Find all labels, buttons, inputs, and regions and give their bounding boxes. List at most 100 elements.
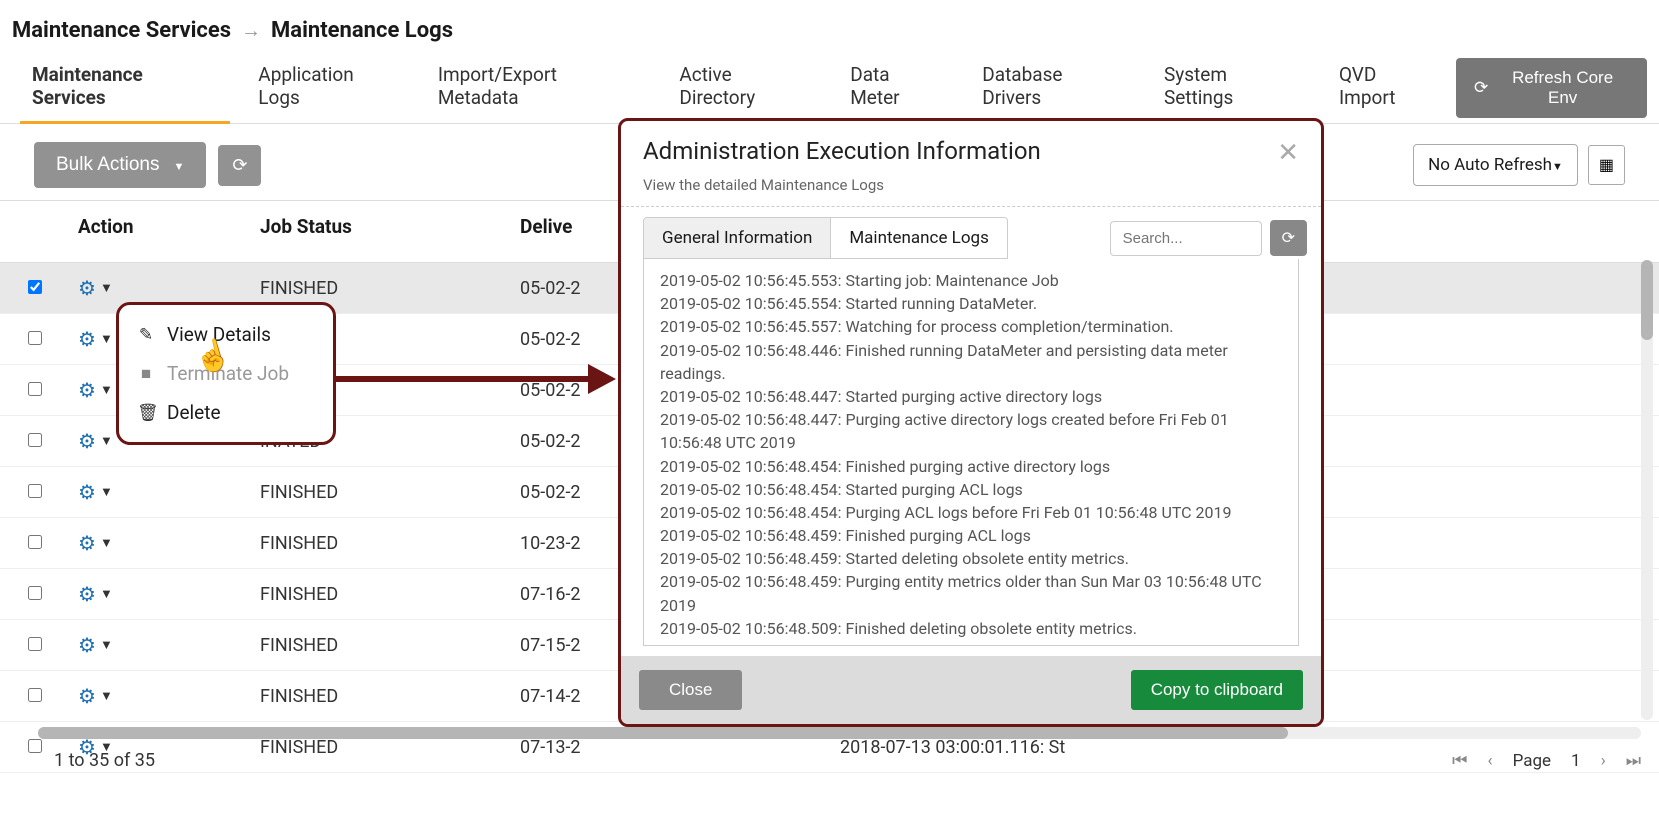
chevron-down-icon: ▼ (100, 586, 113, 602)
header-checkbox (0, 201, 70, 263)
auto-refresh-select[interactable]: No Auto Refresh (1413, 144, 1578, 186)
row-action-menu[interactable]: ⚙ ▼ (78, 378, 113, 402)
breadcrumb: Maintenance Services → Maintenance Logs (0, 0, 1659, 53)
header-action[interactable]: Action (70, 201, 250, 263)
vertical-scrollbar[interactable] (1641, 260, 1653, 720)
pager-next-icon[interactable]: › (1601, 751, 1606, 771)
row-status: FINISHED (250, 467, 510, 518)
refresh-core-env-button[interactable]: Refresh Core Env (1456, 58, 1647, 118)
breadcrumb-parent[interactable]: Maintenance Services (12, 18, 231, 43)
tab-data-meter[interactable]: Data Meter (830, 53, 962, 123)
chevron-down-icon: ▼ (100, 688, 113, 704)
row-checkbox[interactable] (28, 535, 42, 549)
log-line: 2019-05-02 10:56:48.446: Finished runnin… (660, 339, 1282, 385)
row-checkbox[interactable] (28, 688, 42, 702)
chevron-down-icon (174, 154, 185, 176)
chevron-down-icon: ▼ (100, 331, 113, 347)
modal-title: Administration Execution Information (643, 137, 1041, 165)
log-line: 2019-05-02 10:56:48.509: Finished deleti… (660, 617, 1282, 640)
row-checkbox[interactable] (28, 433, 42, 447)
log-line: 2019-05-02 10:56:48.454: Finished purgin… (660, 455, 1282, 478)
action-context-menu: ✎ View Details ■ Terminate Job 🗑 Delete (116, 302, 336, 445)
row-action-menu[interactable]: ⚙ ▼ (78, 582, 113, 606)
row-range-label: 1 to 35 of 35 (54, 750, 155, 771)
modal-log-body: 2019-05-02 10:56:45.553: Starting job: M… (643, 259, 1299, 646)
pager-first-icon[interactable]: ⏮ (1452, 751, 1467, 771)
copy-to-clipboard-button[interactable]: Copy to clipboard (1131, 670, 1303, 710)
main-tabs: Maintenance ServicesApplication LogsImpo… (0, 53, 1659, 124)
log-line: 2019-05-02 10:56:45.553: Starting job: M… (660, 269, 1282, 292)
pager-prev-icon[interactable]: ‹ (1487, 751, 1492, 771)
menu-delete[interactable]: 🗑 Delete (119, 393, 333, 432)
row-checkbox[interactable] (28, 586, 42, 600)
columns-picker-button[interactable]: ▦ (1588, 145, 1625, 185)
refresh-core-label: Refresh Core Env (1496, 68, 1629, 108)
log-line: 2019-05-02 10:56:48.447: Started purging… (660, 385, 1282, 408)
row-action-menu[interactable]: ⚙ ▼ (78, 480, 113, 504)
stop-icon: ■ (137, 364, 155, 384)
menu-terminate-job: ■ Terminate Job (119, 354, 333, 393)
modal-close-button[interactable]: ✕ (1277, 137, 1299, 168)
auto-refresh-label: No Auto Refresh (1428, 155, 1552, 175)
row-action-menu[interactable]: ⚙ ▼ (78, 684, 113, 708)
row-action-menu[interactable]: ⚙ ▼ (78, 531, 113, 555)
breadcrumb-current: Maintenance Logs (271, 18, 453, 43)
modal-subtitle: View the detailed Maintenance Logs (621, 176, 1321, 207)
modal-refresh-button[interactable] (1270, 220, 1307, 256)
row-action-menu[interactable]: ⚙ ▼ (78, 429, 113, 453)
tab-maintenance-services[interactable]: Maintenance Services (12, 53, 238, 123)
header-status[interactable]: Job Status (250, 201, 510, 263)
log-line: 2019-05-02 10:56:48.459: Started deletin… (660, 547, 1282, 570)
chevron-down-icon: ▼ (100, 280, 113, 296)
row-checkbox[interactable] (28, 382, 42, 396)
refresh-icon (1474, 78, 1488, 98)
menu-terminate-label: Terminate Job (167, 362, 289, 385)
pager: ⏮ ‹ Page 1 › ⏭ (1452, 751, 1641, 771)
modal-tab-general[interactable]: General Information (644, 218, 831, 258)
row-status: FINISHED (250, 518, 510, 569)
log-line: 2019-05-02 10:56:48.459: Finished purgin… (660, 524, 1282, 547)
admin-exec-info-modal: Administration Execution Information ✕ V… (618, 118, 1324, 727)
tab-active-directory[interactable]: Active Directory (659, 53, 830, 123)
log-line: 2019-05-02 10:56:48.454: Started purging… (660, 478, 1282, 501)
row-status: FINISHED (250, 620, 510, 671)
row-action-menu[interactable]: ⚙ ▼ (78, 633, 113, 657)
tab-qvd-import[interactable]: QVD Import (1319, 53, 1456, 123)
row-action-menu[interactable]: ⚙ ▼ (78, 276, 113, 300)
tab-application-logs[interactable]: Application Logs (238, 53, 418, 123)
row-checkbox[interactable] (28, 739, 42, 753)
close-button[interactable]: Close (639, 670, 742, 710)
tab-import-export-metadata[interactable]: Import/Export Metadata (418, 53, 660, 123)
chevron-down-icon: ▼ (100, 433, 113, 449)
row-checkbox[interactable] (28, 331, 42, 345)
pager-page-label: Page (1513, 751, 1551, 771)
row-checkbox[interactable] (28, 484, 42, 498)
chevron-down-icon: ▼ (100, 484, 113, 500)
chevron-down-icon (1552, 155, 1563, 175)
bulk-actions-button[interactable]: Bulk Actions (34, 142, 206, 188)
modal-search-input[interactable] (1110, 221, 1262, 256)
pencil-icon: ✎ (137, 325, 155, 345)
breadcrumb-arrow-icon: → (241, 18, 261, 43)
refresh-table-button[interactable] (218, 145, 261, 186)
chevron-down-icon: ▼ (100, 535, 113, 551)
tab-database-drivers[interactable]: Database Drivers (962, 53, 1144, 123)
pager-last-icon[interactable]: ⏭ (1626, 751, 1641, 771)
bulk-actions-label: Bulk Actions (56, 154, 160, 176)
log-line: 2019-05-02 10:56:48.459: Purging entity … (660, 570, 1282, 616)
log-line: 2019-05-02 10:56:48.454: Purging ACL log… (660, 501, 1282, 524)
row-action-menu[interactable]: ⚙ ▼ (78, 327, 113, 351)
horizontal-scrollbar[interactable] (38, 727, 1641, 739)
menu-delete-label: Delete (167, 401, 221, 424)
row-checkbox[interactable] (28, 637, 42, 651)
row-checkbox[interactable] (28, 280, 42, 294)
tab-system-settings[interactable]: System Settings (1144, 53, 1319, 123)
log-line: 2019-05-02 10:56:48.509: Finished job: M… (660, 640, 1282, 646)
pager-page-num: 1 (1571, 751, 1581, 771)
log-line: 2019-05-02 10:56:45.557: Watching for pr… (660, 315, 1282, 338)
modal-tabs: General Information Maintenance Logs (643, 217, 1008, 259)
row-status: FINISHED (250, 569, 510, 620)
menu-view-details[interactable]: ✎ View Details (119, 315, 333, 354)
modal-tab-logs[interactable]: Maintenance Logs (831, 218, 1007, 258)
trash-icon: 🗑 (137, 403, 155, 423)
